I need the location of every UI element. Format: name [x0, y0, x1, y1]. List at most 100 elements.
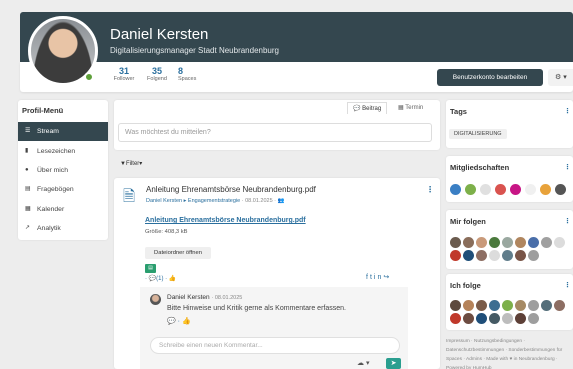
like-icon[interactable]: 👍	[169, 276, 176, 282]
comment-author-link[interactable]: Daniel Kersten	[167, 294, 210, 301]
stat-label: Follower	[113, 76, 135, 82]
comment-avatar[interactable]	[150, 294, 161, 305]
stat-spaces[interactable]: 8 Spaces	[178, 66, 202, 82]
following-avatar[interactable]	[502, 313, 513, 324]
comment-count: (1)	[156, 276, 164, 282]
tag-badge[interactable]: DIGITALISIERUNG	[449, 129, 507, 139]
following-avatar[interactable]	[476, 313, 487, 324]
following-avatar[interactable]	[489, 313, 500, 324]
following-avatar[interactable]	[463, 300, 474, 311]
panel-title: Ich folge	[450, 281, 481, 290]
tags-panel: Tags ⋮	[446, 100, 573, 148]
stat-followers[interactable]: 31 Follower	[112, 66, 136, 82]
panel-options-icon[interactable]: ⋮	[564, 107, 571, 115]
follower-avatar[interactable]	[528, 237, 539, 248]
follower-avatar[interactable]	[463, 250, 474, 261]
follower-avatar[interactable]	[450, 237, 461, 248]
share-icons[interactable]: ftin↪	[366, 273, 391, 281]
profile-menu: Profil-Menü ☰ Stream ▮ Lesezeichen ● Übe…	[18, 100, 108, 240]
follower-avatar[interactable]	[476, 250, 487, 261]
follower-avatar[interactable]	[489, 237, 500, 248]
follower-avatar[interactable]	[502, 237, 513, 248]
space-avatar[interactable]	[480, 184, 491, 195]
following-avatar[interactable]	[528, 313, 539, 324]
send-button[interactable]: ➤	[386, 358, 401, 369]
menu-item-label: Fragebögen	[37, 186, 74, 193]
panel-options-icon[interactable]: ⋮	[564, 217, 571, 225]
menu-item-bookmarks[interactable]: ▮ Lesezeichen	[18, 142, 108, 161]
stat-count: 35	[151, 66, 162, 76]
profile-name: Daniel Kersten	[110, 26, 209, 43]
menu-item-label: Kalender	[37, 206, 65, 213]
post-input[interactable]: Was möchtest du mitteilen?	[118, 123, 432, 142]
menu-item-stream[interactable]: ☰ Stream	[18, 122, 108, 141]
stat-label: Spaces	[178, 76, 197, 82]
menu-title: Profil-Menü	[22, 106, 64, 115]
stat-count: 31	[118, 66, 129, 76]
file-download-link[interactable]: Anleitung Ehrenamtsbörse Neubrandenburg.…	[145, 217, 306, 224]
space-avatar[interactable]	[525, 184, 536, 195]
following-avatar[interactable]	[489, 300, 500, 311]
follower-avatar[interactable]	[515, 250, 526, 261]
post-options-icon[interactable]: ⋮	[426, 185, 434, 194]
tab-event[interactable]: ▦ Termin	[398, 104, 423, 111]
file-type-icon: ▤	[145, 264, 156, 273]
space-avatar[interactable]	[495, 184, 506, 195]
open-folder-button[interactable]: Dateiordner öffnen	[145, 247, 211, 259]
following-avatar[interactable]	[541, 300, 552, 311]
following-avatar[interactable]	[502, 300, 513, 311]
menu-item-analytics[interactable]: ↗ Analytik	[18, 219, 108, 238]
following-avatar[interactable]	[528, 300, 539, 311]
menu-item-calendar[interactable]: ▦ Kalender	[18, 200, 108, 219]
profile-banner	[20, 12, 573, 62]
stat-following[interactable]: 35 Folgend	[144, 66, 170, 82]
follower-avatar[interactable]	[450, 250, 461, 261]
share-icon[interactable]: ↪	[383, 274, 391, 281]
like-icon[interactable]: 👍	[182, 318, 191, 325]
panel-options-icon[interactable]: ⋮	[564, 281, 571, 289]
following-avatar[interactable]	[476, 300, 487, 311]
following-avatar[interactable]	[515, 313, 526, 324]
follower-avatar[interactable]	[528, 250, 539, 261]
follower-avatar[interactable]	[476, 237, 487, 248]
post-author-link[interactable]: Daniel Kersten	[146, 198, 182, 204]
following-avatar[interactable]	[463, 313, 474, 324]
filter-dropdown[interactable]: ▼Filter▾	[120, 160, 142, 167]
menu-item-surveys[interactable]: ▤ Fragebögen	[18, 180, 108, 199]
space-avatar[interactable]	[540, 184, 551, 195]
post-title[interactable]: Anleitung Ehrenamtsbörse Neubrandenburg.…	[146, 185, 316, 194]
online-status-icon	[84, 72, 94, 82]
menu-item-about[interactable]: ● Über mich	[18, 161, 108, 180]
following-avatar[interactable]	[515, 300, 526, 311]
edit-account-button[interactable]: Benutzerkonto bearbeiten	[437, 69, 543, 86]
space-avatar[interactable]	[510, 184, 521, 195]
panel-options-icon[interactable]: ⋮	[564, 163, 571, 171]
following-avatar[interactable]	[554, 300, 565, 311]
follower-avatar[interactable]	[489, 250, 500, 261]
upload-icon[interactable]: ☁ ▾	[357, 359, 369, 367]
follower-avatar[interactable]	[541, 237, 552, 248]
follower-avatar[interactable]	[463, 237, 474, 248]
panel-title: Tags	[450, 107, 467, 116]
tab-post[interactable]: 💬 Beitrag	[347, 102, 388, 114]
followers-panel: Mir folgen ⋮	[446, 210, 573, 269]
post-space-link[interactable]: Engagementstrategie	[188, 198, 240, 204]
footer-links[interactable]: Impressum · Nutzungsbedingungen · Datens…	[446, 337, 573, 369]
follower-avatar[interactable]	[554, 237, 565, 248]
comment-text: Bitte Hinweise und Kritik gerne als Komm…	[167, 305, 346, 312]
following-avatar[interactable]	[450, 313, 461, 324]
following-avatar[interactable]	[450, 300, 461, 311]
linkedin-icon[interactable]: in	[374, 274, 383, 281]
menu-item-label: Über mich	[37, 167, 68, 174]
follower-avatar[interactable]	[515, 237, 526, 248]
space-avatar[interactable]	[555, 184, 566, 195]
menu-item-label: Stream	[37, 128, 59, 135]
settings-dropdown-button[interactable]: ⚙ ▾	[548, 69, 573, 86]
follower-avatar[interactable]	[502, 250, 513, 261]
stat-label: Folgend	[147, 76, 167, 82]
space-avatar[interactable]	[465, 184, 476, 195]
comment-input[interactable]: Schreibe einen neuen Kommentar...	[150, 337, 400, 354]
reply-icon[interactable]: 💬	[167, 318, 176, 325]
menu-item-label: Lesezeichen	[37, 148, 76, 155]
space-avatar[interactable]	[450, 184, 461, 195]
